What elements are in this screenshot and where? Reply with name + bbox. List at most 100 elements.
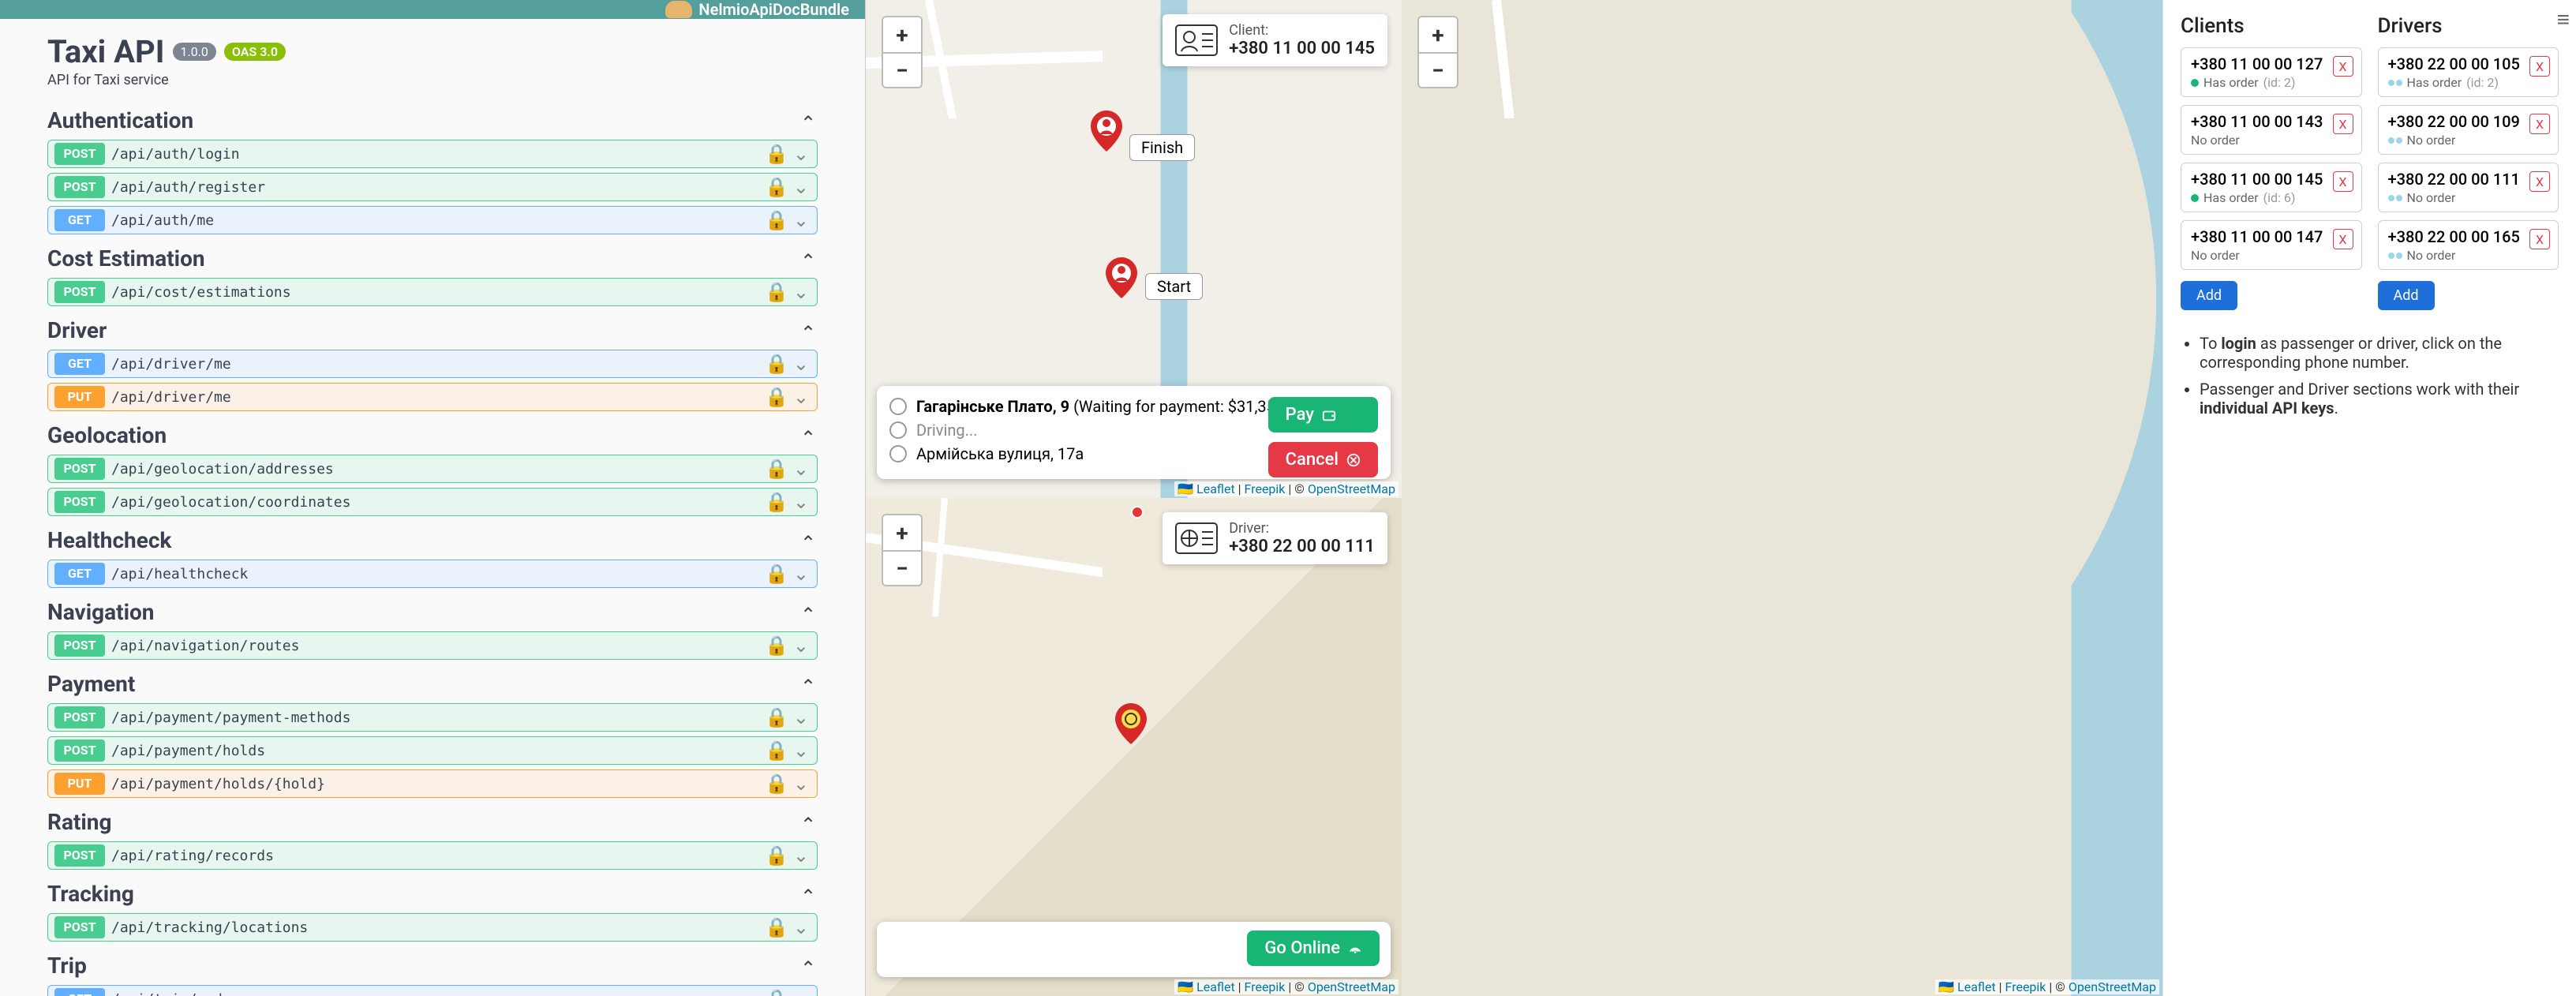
driver-map-panel[interactable]: + − Driver: +380 22 00 00 111 Go Online …: [866, 498, 1402, 996]
phone-number[interactable]: +380 11 00 00 143: [2191, 112, 2352, 131]
phone-number[interactable]: +380 11 00 00 145: [2191, 170, 2352, 189]
cancel-icon: [1346, 453, 1361, 467]
operation-row[interactable]: POST /api/rating/records 🔒⌄: [47, 841, 818, 870]
section-header[interactable]: Driver⌃: [47, 311, 818, 350]
add-driver-button[interactable]: Add: [2378, 281, 2435, 310]
driver-dots-icon: [2388, 195, 2402, 201]
section-title: Cost Estimation: [47, 245, 205, 271]
section-header[interactable]: Payment⌃: [47, 665, 818, 703]
section-header[interactable]: Tracking⌃: [47, 874, 818, 913]
client-card[interactable]: +380 11 00 00 127 Has order (id: 2) X: [2181, 47, 2362, 97]
remove-button[interactable]: X: [2529, 114, 2550, 134]
chevron-down-icon: ⌄: [793, 281, 809, 303]
finish-pin[interactable]: [1091, 110, 1122, 152]
phone-number[interactable]: +380 22 00 00 109: [2388, 112, 2549, 131]
zoom-in-button[interactable]: +: [883, 17, 921, 52]
operation-row[interactable]: POST /api/geolocation/coordinates 🔒⌄: [47, 488, 818, 516]
status-text: No order: [2388, 248, 2549, 263]
operation-path: /api/navigation/routes: [111, 638, 765, 654]
operation-row[interactable]: POST /api/payment/payment-methods 🔒⌄: [47, 703, 818, 732]
overview-map[interactable]: + − 🇺🇦 Leaflet | Freepik | © OpenStreetM…: [1402, 0, 2162, 996]
operation-row[interactable]: GET /api/driver/me 🔒⌄: [47, 350, 818, 378]
freepik-link[interactable]: Freepik: [2005, 979, 2046, 994]
section-header[interactable]: Authentication⌃: [47, 101, 818, 140]
section-header[interactable]: Rating⌃: [47, 803, 818, 841]
go-online-button[interactable]: Go Online: [1247, 930, 1380, 966]
operation-row[interactable]: GET /api/trip/orders 🔒⌄: [47, 985, 818, 996]
remove-button[interactable]: X: [2333, 171, 2353, 192]
trip-driving: Driving...: [916, 421, 977, 440]
passenger-icon: [1175, 24, 1218, 56]
client-map-panel[interactable]: + − Client: +380 11 00 00 145 Finish Sta…: [866, 0, 1402, 498]
driver-dots-icon: [2388, 253, 2402, 259]
middle-column: + − Client: +380 11 00 00 145 Finish Sta…: [865, 0, 1402, 996]
section-header[interactable]: Trip⌃: [47, 946, 818, 985]
osm-link[interactable]: OpenStreetMap: [1308, 979, 1395, 994]
operation-row[interactable]: PUT /api/driver/me 🔒⌄: [47, 383, 818, 411]
zoom-in-button[interactable]: +: [1419, 17, 1457, 52]
pay-button[interactable]: Pay: [1268, 397, 1378, 432]
driver-card[interactable]: +380 22 00 00 111 No order X: [2378, 163, 2559, 212]
remove-button[interactable]: X: [2529, 56, 2550, 77]
start-pin[interactable]: [1106, 257, 1137, 298]
add-client-button[interactable]: Add: [2181, 281, 2237, 310]
driver-card[interactable]: +380 22 00 00 109 No order X: [2378, 105, 2559, 155]
phone-number[interactable]: +380 11 00 00 127: [2191, 54, 2352, 73]
cancel-label: Cancel: [1286, 450, 1339, 470]
chevron-up-icon: ⌃: [800, 604, 818, 621]
phone-number[interactable]: +380 22 00 00 105: [2388, 54, 2549, 73]
operation-row[interactable]: POST /api/payment/holds 🔒⌄: [47, 736, 818, 765]
zoom-in-button[interactable]: +: [883, 515, 921, 550]
driver-pin[interactable]: [1115, 703, 1147, 744]
client-card[interactable]: +380 11 00 00 143 No order X: [2181, 105, 2362, 155]
operation-row[interactable]: GET /api/auth/me 🔒⌄: [47, 206, 818, 234]
status-text: No order: [2191, 133, 2352, 148]
osm-link[interactable]: OpenStreetMap: [2069, 979, 2156, 994]
osm-link[interactable]: OpenStreetMap: [1308, 481, 1395, 496]
section-header[interactable]: Navigation ⌃: [47, 593, 818, 631]
remove-button[interactable]: X: [2333, 56, 2353, 77]
section-header[interactable]: Geolocation ⌃: [47, 416, 818, 455]
hamburger-icon[interactable]: ≡: [2557, 6, 2570, 32]
method-badge: POST: [54, 458, 105, 480]
chevron-up-icon: ⌃: [800, 532, 818, 549]
zoom-out-button[interactable]: −: [883, 550, 921, 585]
remove-button[interactable]: X: [2529, 229, 2550, 249]
operation-row[interactable]: POST /api/geolocation/addresses 🔒⌄: [47, 455, 818, 483]
operation-row[interactable]: PUT /api/payment/holds/{hold} 🔒⌄: [47, 769, 818, 798]
driver-card[interactable]: +380 22 00 00 105 Has order (id: 2) X: [2378, 47, 2559, 97]
section-header[interactable]: Cost Estimation⌃: [47, 239, 818, 278]
section-title: Driver: [47, 317, 107, 343]
operation-row[interactable]: POST /api/auth/login 🔒⌄: [47, 140, 818, 168]
chevron-down-icon: ⌄: [793, 353, 809, 375]
cancel-button[interactable]: Cancel: [1268, 442, 1378, 477]
driver-card[interactable]: +380 22 00 00 165 No order X: [2378, 220, 2559, 270]
phone-number[interactable]: +380 11 00 00 147: [2191, 227, 2352, 246]
api-title: Taxi API: [47, 33, 165, 70]
remove-button[interactable]: X: [2333, 114, 2353, 134]
phone-number[interactable]: +380 22 00 00 165: [2388, 227, 2549, 246]
section-header[interactable]: Healthcheck⌃: [47, 521, 818, 560]
section-title: Navigation: [47, 599, 155, 625]
client-card[interactable]: +380 11 00 00 145 Has order (id: 6) X: [2181, 163, 2362, 212]
operation-row[interactable]: POST /api/cost/estimations 🔒⌄: [47, 278, 818, 306]
operation-row[interactable]: POST /api/tracking/locations 🔒⌄: [47, 913, 818, 942]
zoom-out-button[interactable]: −: [1419, 52, 1457, 87]
freepik-link[interactable]: Freepik: [1245, 481, 1286, 496]
client-card[interactable]: +380 11 00 00 147 No order X: [2181, 220, 2362, 270]
leaflet-link[interactable]: Leaflet: [1196, 481, 1235, 496]
operation-row[interactable]: GET /api/healthcheck 🔒⌄: [47, 560, 818, 588]
chevron-up-icon: ⌃: [800, 427, 818, 444]
leaflet-link[interactable]: Leaflet: [1957, 979, 1996, 994]
freepik-link[interactable]: Freepik: [1245, 979, 1286, 994]
leaflet-link[interactable]: Leaflet: [1196, 979, 1235, 994]
section-title: Geolocation: [47, 422, 167, 448]
drivers-title: Drivers: [2378, 14, 2559, 38]
operation-row[interactable]: POST /api/auth/register 🔒⌄: [47, 173, 818, 201]
phone-number[interactable]: +380 22 00 00 111: [2388, 170, 2549, 189]
zoom-out-button[interactable]: −: [883, 52, 921, 87]
remove-button[interactable]: X: [2333, 229, 2353, 249]
operation-row[interactable]: POST /api/navigation/routes 🔒⌄: [47, 631, 818, 660]
operation-path: /api/auth/login: [111, 146, 765, 163]
remove-button[interactable]: X: [2529, 171, 2550, 192]
